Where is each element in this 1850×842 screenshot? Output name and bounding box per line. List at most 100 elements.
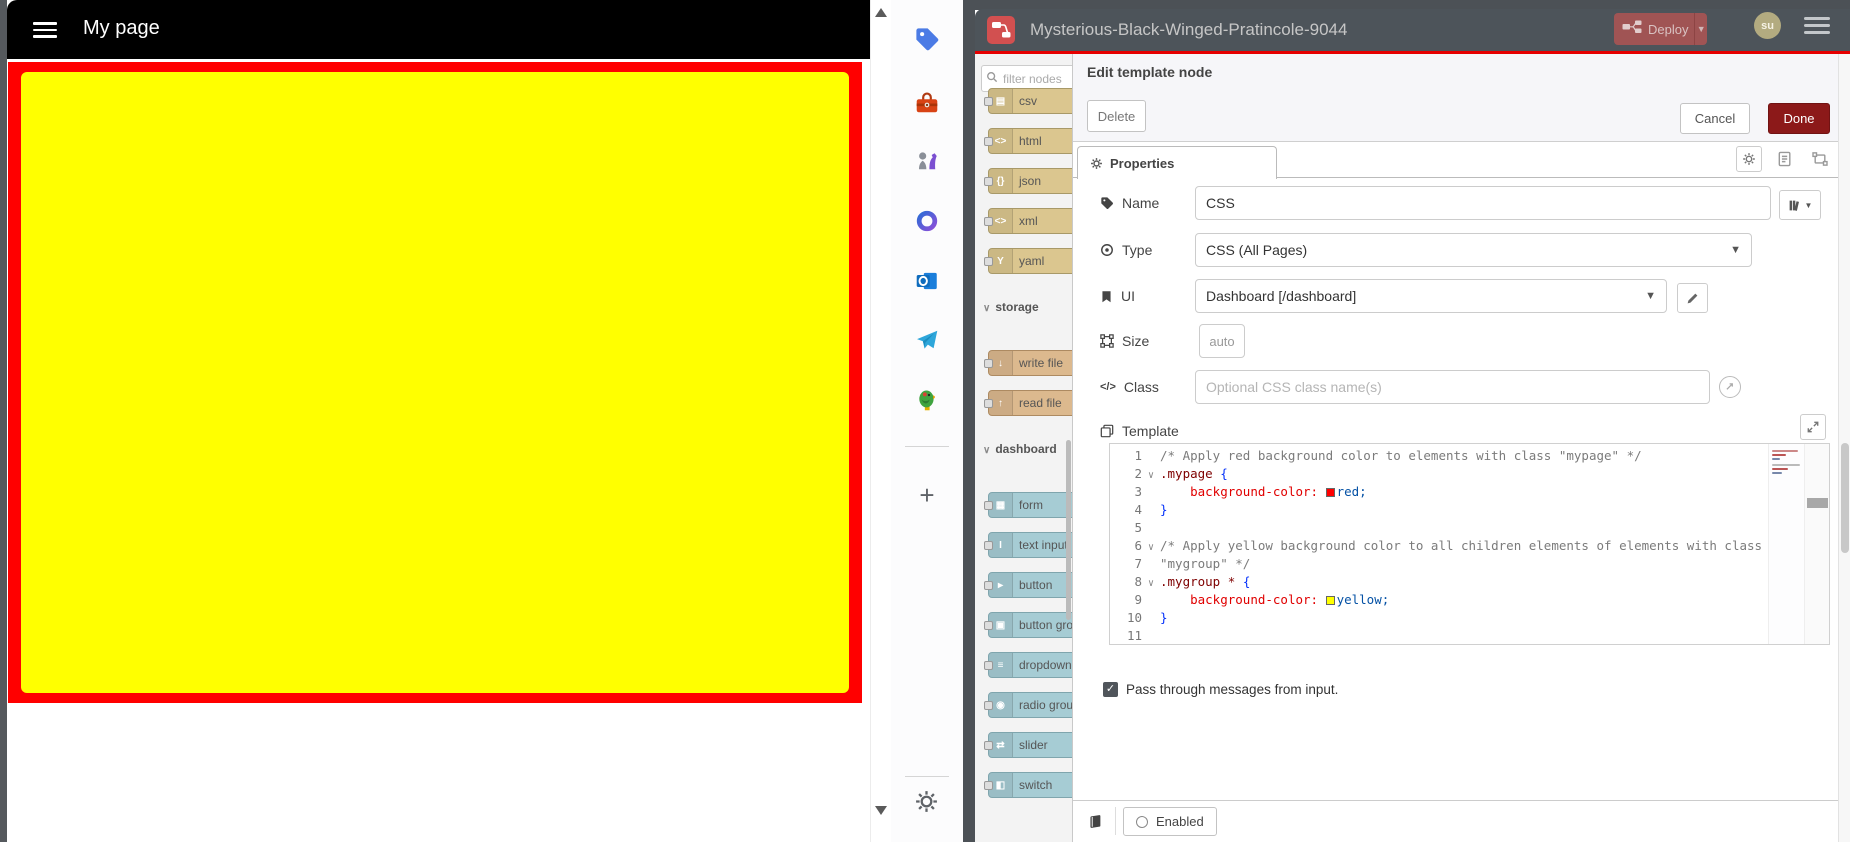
tag-icon[interactable] — [914, 26, 940, 52]
code-line-1: 1 /* Apply red background color to eleme… — [1134, 448, 1642, 463]
browser-sidebar: + — [891, 0, 963, 842]
palette-node-button[interactable]: ▸ button — [984, 572, 1072, 598]
code-line-7: 7 "mygroup" */ — [1134, 556, 1251, 571]
class-input[interactable] — [1195, 370, 1710, 404]
expand-editor-button[interactable] — [1800, 414, 1826, 440]
appearance-tab-icon[interactable] — [1809, 148, 1831, 170]
code-line-9: 9 background-color: yellow; — [1134, 592, 1390, 607]
ui-field-label: UI — [1100, 279, 1135, 313]
palette-category-dashboard[interactable]: ∨ dashboard — [983, 442, 1057, 456]
help-book-icon[interactable] — [1081, 807, 1109, 835]
palette-node-read-file[interactable]: ↑ read file — [984, 390, 1072, 416]
window-left-edge — [0, 0, 7, 842]
resize-icon — [1100, 334, 1114, 348]
node-palette: ▤csv <>html {}json <>xml Yyaml ∨storage ↓write… — [975, 54, 1073, 842]
chess-icon[interactable] — [914, 147, 940, 173]
palette-node-yaml[interactable]: Yyaml — [984, 248, 1072, 274]
toolbox-icon[interactable] — [914, 90, 940, 116]
palette-node-csv[interactable]: ▤ csv — [984, 88, 1072, 114]
deploy-button[interactable]: Deploy ▼ — [1614, 13, 1707, 45]
node-red-header: Mysterious-Black-Winged-Pratincole-9044 … — [975, 9, 1850, 51]
parrot-icon[interactable] — [914, 387, 940, 413]
ui-select[interactable]: Dashboard [/dashboard] ▼ — [1195, 279, 1667, 313]
palette-node-text-input[interactable]: Itext input — [984, 532, 1072, 558]
type-field-label: Type — [1100, 233, 1152, 267]
name-input[interactable] — [1195, 186, 1771, 220]
workspace-title: Mysterious-Black-Winged-Pratincole-9044 — [1030, 20, 1348, 39]
code-line-3: 3 background-color: red; — [1134, 484, 1367, 499]
passthrough-row[interactable]: ✓ Pass through messages from input. — [1103, 682, 1338, 697]
passthrough-label: Pass through messages from input. — [1126, 682, 1339, 697]
editor-scrollbar[interactable] — [1804, 444, 1829, 644]
outlook-icon[interactable] — [914, 268, 940, 294]
target-icon — [1101, 244, 1113, 256]
editor-minimap[interactable] — [1768, 444, 1804, 644]
sidebar-divider-bottom — [905, 776, 949, 777]
library-button[interactable]: ▼ — [1779, 190, 1821, 220]
code-line-6: 6 ∨/* Apply yellow background color to al… — [1110, 537, 1829, 555]
type-select[interactable]: CSS (All Pages) ▼ — [1195, 233, 1752, 267]
mypage-red-container — [8, 62, 862, 703]
dashboard-window: My page — [7, 0, 870, 842]
palette-category-storage[interactable]: ∨ storage — [983, 300, 1039, 314]
tab-properties-label: Properties — [1110, 155, 1175, 171]
palette-node-button-group[interactable]: ▣button group — [984, 612, 1072, 638]
passthrough-checkbox[interactable]: ✓ — [1103, 682, 1118, 697]
loop-icon[interactable] — [914, 208, 940, 234]
palette-node-radio-group[interactable]: ◉radio group — [984, 692, 1072, 718]
search-icon — [986, 70, 998, 88]
code-line-11: 11 — [1126, 628, 1142, 643]
class-helper-button[interactable] — [1719, 376, 1741, 398]
size-auto-button[interactable]: auto — [1199, 324, 1245, 358]
settings-gear-icon[interactable] — [914, 789, 940, 815]
code-line-10: 10 } — [1126, 610, 1168, 625]
palette-node-slider[interactable]: ⇄ slider — [984, 732, 1072, 758]
description-tab-icon[interactable] — [1774, 148, 1796, 170]
node-settings-gear-button[interactable] — [1736, 146, 1762, 172]
code-line-5: 5 — [1134, 520, 1142, 535]
tab-properties[interactable]: Properties — [1077, 146, 1277, 179]
code-brackets-icon: </> — [1100, 381, 1116, 393]
page-scrollbar[interactable] — [870, 0, 891, 842]
palette-scrollbar[interactable] — [1066, 440, 1071, 620]
palette-node-form[interactable]: ▦ form — [984, 492, 1072, 518]
chevron-down-icon: ▼ — [1730, 244, 1741, 256]
palette-node-dropdown[interactable]: ≡ dropdown — [984, 652, 1072, 678]
palette-node-xml[interactable]: <> xml — [984, 208, 1072, 234]
class-field-label: </> Class — [1100, 379, 1159, 395]
edit-template-dialog: Edit template node Delete Cancel Done Pr… — [1073, 54, 1838, 842]
palette-node-json[interactable]: {} json — [984, 168, 1072, 194]
editor-scroll-handle[interactable] — [1807, 498, 1828, 508]
palette-search-input[interactable] — [1001, 70, 1072, 87]
menu-icon[interactable] — [33, 22, 57, 38]
color-swatch-icon — [1325, 488, 1335, 497]
mygroup-yellow-child — [21, 72, 849, 693]
tag-icon — [1101, 197, 1114, 209]
cancel-button[interactable]: Cancel — [1680, 103, 1750, 134]
dialog-scrollbar[interactable] — [1838, 54, 1850, 842]
screen: My page + Mysterious-Black-Winged-Pratin… — [0, 0, 1850, 842]
edit-ui-pencil-button[interactable] — [1677, 283, 1708, 313]
code-line-8: 8 ∨ .mygroup * { — [1110, 573, 1829, 591]
add-icon[interactable]: + — [914, 482, 940, 508]
template-code-editor[interactable]: 1 /* Apply red background color to eleme… — [1109, 443, 1830, 645]
telegram-icon[interactable] — [914, 327, 940, 353]
copy-icon — [1100, 424, 1114, 438]
page-title: My page — [83, 17, 160, 39]
done-button[interactable]: Done — [1768, 103, 1830, 134]
palette-node-write-file[interactable]: ↓ write file — [984, 350, 1072, 376]
user-avatar[interactable]: su — [1754, 12, 1781, 39]
chevron-down-icon: ▼ — [1645, 290, 1656, 302]
dialog-scroll-handle[interactable] — [1841, 443, 1849, 553]
dialog-header: Edit template node Delete Cancel Done — [1073, 54, 1838, 142]
footer-divider — [1115, 807, 1116, 835]
delete-button[interactable]: Delete — [1087, 100, 1146, 132]
scroll-up-icon[interactable] — [875, 8, 887, 17]
main-menu-icon[interactable] — [1804, 17, 1830, 35]
deploy-options-caret[interactable]: ▼ — [1694, 13, 1707, 45]
scroll-down-icon[interactable] — [875, 806, 887, 815]
code-line-2: 2 ∨ .mypage { — [1110, 465, 1829, 483]
enabled-toggle-button[interactable]: Enabled — [1123, 807, 1217, 836]
palette-node-html[interactable]: <> html — [984, 128, 1072, 154]
palette-node-switch[interactable]: ◧ switch — [984, 772, 1072, 798]
